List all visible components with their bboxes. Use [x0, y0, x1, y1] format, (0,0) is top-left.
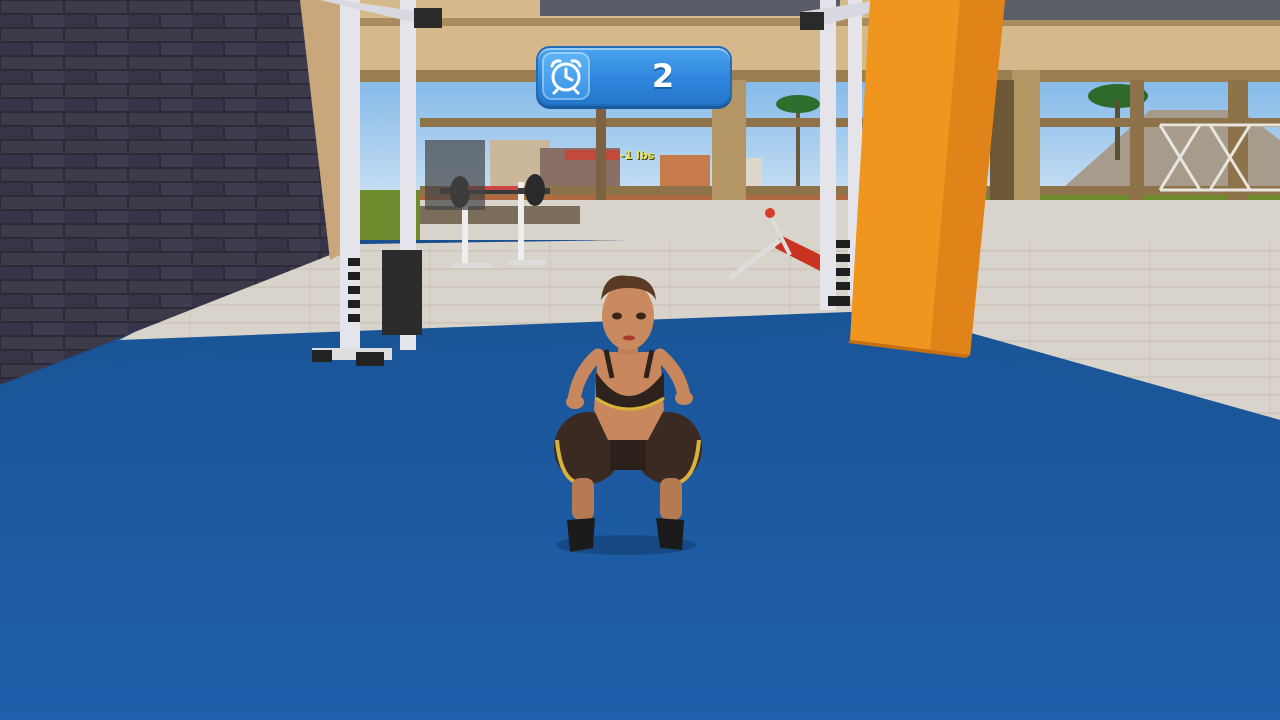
game-scene: -1 lbs 2: [0, 0, 1280, 720]
timer-value: 2: [651, 57, 675, 95]
alarm-clock-icon: [542, 52, 590, 100]
countdown-timer: 2: [536, 46, 732, 106]
weight-loss-feedback: -1 lbs: [620, 149, 655, 162]
gym-environment: [0, 0, 1280, 720]
